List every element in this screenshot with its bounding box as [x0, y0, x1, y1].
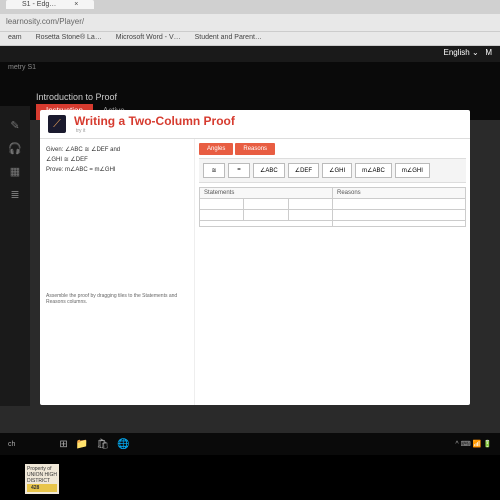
column-header: Reasons: [333, 188, 465, 199]
explorer-icon[interactable]: 📁: [76, 439, 88, 450]
task-view-icon[interactable]: ⊞: [59, 439, 67, 450]
work-panel: Angles Reasons ≅ = ∠ABC ∠DEF ∠GHI m∠ABC …: [195, 139, 470, 405]
problem-panel: Given: ∠ABC ≅ ∠DEF and ∠GHI ≅ ∠DEF Prove…: [40, 139, 195, 405]
prove-line: Prove: m∠ABC = m∠GHI: [46, 167, 188, 175]
system-tray[interactable]: ^ ⌨ 📶 🔋: [455, 440, 492, 448]
course-title: metry S1: [0, 62, 500, 76]
headphones-icon[interactable]: 🎧: [8, 142, 22, 155]
resources-icon[interactable]: ≣: [10, 188, 19, 201]
bookmark[interactable]: Microsoft Word - V…: [116, 34, 181, 41]
bookmark[interactable]: eam: [8, 34, 22, 41]
tile[interactable]: ∠ABC: [253, 163, 285, 178]
selector-row: Angles Reasons: [199, 143, 466, 155]
selector-angles[interactable]: Angles: [199, 143, 233, 155]
bookmark[interactable]: Rosetta Stone® La…: [36, 34, 102, 41]
statements-column[interactable]: Statements: [200, 188, 333, 226]
tile[interactable]: ≅: [203, 163, 225, 178]
bookmark[interactable]: Student and Parent…: [195, 34, 262, 41]
tile-tray: ≅ = ∠ABC ∠DEF ∠GHI m∠ABC m∠GHI: [199, 158, 466, 183]
reasons-column[interactable]: Reasons: [333, 188, 465, 226]
table-row[interactable]: [200, 210, 332, 221]
tile[interactable]: m∠ABC: [355, 163, 392, 178]
search-button[interactable]: ch: [8, 441, 15, 448]
card-header: ⟋ Writing a Two-Column Proof try it: [40, 110, 470, 139]
tile[interactable]: =: [228, 163, 250, 178]
app-icon: ⟋: [48, 115, 66, 133]
lesson-header: Introduction to Proof: [0, 90, 153, 104]
laptop-bezel: Property of UNION HIGH DISTRICT 428: [0, 455, 500, 500]
bookmarks-bar: eam Rosetta Stone® La… Microsoft Word - …: [0, 32, 500, 46]
edge-icon[interactable]: 🌐: [117, 439, 129, 450]
windows-taskbar: ch ⊞ 📁 🛍 🌐 ^ ⌨ 📶 🔋: [0, 433, 500, 455]
subtitle: try it: [76, 128, 235, 134]
browser-tab[interactable]: S1 - Edg… ×: [6, 0, 94, 9]
url-bar[interactable]: learnosity.com/Player/: [0, 14, 500, 32]
language-selector[interactable]: English ⌄ M: [443, 48, 492, 60]
content-card: ⟋ Writing a Two-Column Proof try it Give…: [40, 110, 470, 405]
table-row[interactable]: [333, 199, 465, 210]
hint: Assemble the proof by dragging tiles to …: [46, 293, 188, 305]
given-line: Given: ∠ABC ≅ ∠DEF and: [46, 147, 188, 155]
table-row[interactable]: [200, 199, 332, 210]
close-icon[interactable]: ×: [66, 0, 86, 9]
browser-tab-strip: S1 - Edg… ×: [0, 0, 500, 14]
page-title: Writing a Two-Column Proof: [74, 114, 235, 128]
calendar-icon[interactable]: ▦: [10, 165, 20, 178]
given-line: ∠GHI ≅ ∠DEF: [46, 157, 188, 165]
asset-sticker: Property of UNION HIGH DISTRICT 428: [25, 464, 59, 494]
table-row[interactable]: [333, 210, 465, 221]
selector-reasons[interactable]: Reasons: [235, 143, 275, 155]
store-icon[interactable]: 🛍: [96, 439, 109, 450]
lms-header: English ⌄ M: [0, 46, 500, 62]
pencil-icon[interactable]: ✎: [10, 119, 19, 132]
tile[interactable]: ∠DEF: [288, 163, 319, 178]
tile[interactable]: m∠GHI: [395, 163, 430, 178]
column-header: Statements: [200, 188, 332, 199]
tile[interactable]: ∠GHI: [322, 163, 352, 178]
tool-sidebar: ✎ 🎧 ▦ ≣: [0, 106, 30, 406]
